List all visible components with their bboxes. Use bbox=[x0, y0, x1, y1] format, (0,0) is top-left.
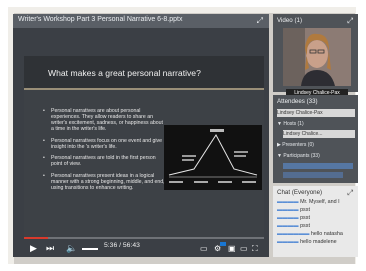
hosts-group[interactable]: ▼ Hosts (1) bbox=[277, 120, 355, 128]
participant-row[interactable] bbox=[283, 163, 353, 169]
chat-text: psst bbox=[300, 207, 310, 213]
chat-text: psst bbox=[300, 223, 310, 229]
slide-header: What makes a great personal narrative? bbox=[24, 56, 264, 90]
stage-header: Writer's Workshop Part 3 Personal Narrat… bbox=[13, 14, 269, 28]
video-progress-fill bbox=[24, 237, 48, 239]
chat-sender: ▬▬▬▬▬▬ bbox=[277, 231, 310, 237]
slide-title: What makes a great personal narrative? bbox=[48, 68, 201, 78]
presenter-webcam bbox=[283, 28, 351, 86]
theater-mode-icon[interactable]: ▭ bbox=[240, 242, 248, 255]
chat-message: ▬▬▬▬ psst bbox=[277, 223, 310, 229]
player-controls: ▶ ⏭ 🔈 5:36 / 56:43 ▭ ⚙ ▣ ▭ ⛶ bbox=[24, 240, 264, 257]
plot-diagram-image bbox=[164, 125, 262, 190]
bullet-item: Personal narratives are about personal e… bbox=[43, 108, 167, 133]
chat-message: ▬▬▬▬ psst bbox=[277, 215, 310, 221]
chat-message: ▬▬▬▬ hello madelene bbox=[277, 239, 337, 245]
fullscreen-icon[interactable]: ⛶ bbox=[252, 242, 258, 255]
hd-badge bbox=[220, 242, 226, 246]
bullet-item: Personal narratives focus on one event a… bbox=[43, 138, 167, 151]
attendees-panel-title: Attendees (33) bbox=[277, 98, 318, 105]
participants-group[interactable]: ▼ Participants (33) bbox=[277, 152, 355, 160]
chat-message: ▬▬▬▬ Mr. Myself, and I bbox=[277, 199, 340, 205]
video-panel-title: Video (1) bbox=[277, 17, 303, 24]
bullet-item: Personal narratives are told in the firs… bbox=[43, 156, 167, 168]
chat-sender: ▬▬▬▬ bbox=[277, 239, 299, 245]
volume-slider[interactable] bbox=[82, 248, 98, 250]
presentation-stage: Writer's Workshop Part 3 Personal Narrat… bbox=[13, 14, 269, 257]
expand-icon[interactable]: ⤢ bbox=[347, 188, 353, 198]
chat-panel-title: Chat (Everyone) bbox=[277, 189, 323, 196]
slide-bullets: Personal narratives are about personal e… bbox=[42, 108, 167, 198]
participant-row[interactable] bbox=[283, 172, 343, 178]
video-progress-bar[interactable] bbox=[24, 237, 264, 239]
next-icon[interactable]: ⏭ bbox=[46, 242, 54, 255]
slide: What makes a great personal narrative? P… bbox=[24, 56, 264, 237]
stage-file-title: Writer's Workshop Part 3 Personal Narrat… bbox=[18, 16, 183, 23]
captions-icon[interactable]: ▭ bbox=[200, 242, 208, 255]
attendees-panel: Attendees (33) Lindsey Chalice-Pax ▼ Hos… bbox=[273, 95, 358, 183]
expand-icon[interactable]: ⤢ bbox=[257, 16, 263, 25]
miniplayer-icon[interactable]: ▣ bbox=[228, 242, 236, 255]
chat-text: hello madelene bbox=[300, 239, 337, 245]
play-icon[interactable]: ▶ bbox=[30, 242, 37, 255]
attendee-row[interactable]: Lindsey Chalice-Pax bbox=[277, 109, 355, 117]
expand-icon[interactable]: ⤢ bbox=[347, 16, 353, 26]
volume-icon[interactable]: 🔈 bbox=[66, 242, 77, 255]
chat-text: hello natasha bbox=[310, 231, 343, 237]
chat-panel: Chat (Everyone) ⤢ ▬▬▬▬ Mr. Myself, and I… bbox=[273, 186, 358, 257]
slide-header-stripe bbox=[24, 88, 264, 90]
chat-message: ▬▬▬▬ psst bbox=[277, 207, 310, 213]
presenters-group[interactable]: ▶ Presenters (0) bbox=[277, 141, 355, 149]
chat-sender: ▬▬▬▬ bbox=[277, 199, 299, 205]
host-row[interactable]: Lindsey Chalice... bbox=[283, 130, 355, 138]
playback-time: 5:36 / 56:43 bbox=[104, 242, 140, 249]
chat-sender: ▬▬▬▬ bbox=[277, 215, 299, 221]
video-panel: Video (1) ⤢ Lindsey Chalice-Pax bbox=[273, 14, 358, 97]
chat-message: ▬▬▬▬▬▬ hello natasha bbox=[277, 231, 343, 237]
chat-text: psst bbox=[300, 215, 310, 221]
chat-sender: ▬▬▬▬ bbox=[277, 207, 299, 213]
chat-text: Mr. Myself, and I bbox=[300, 199, 340, 205]
chat-sender: ▬▬▬▬ bbox=[277, 223, 299, 229]
bullet-item: Personal narratives present ideas in a l… bbox=[43, 173, 167, 192]
